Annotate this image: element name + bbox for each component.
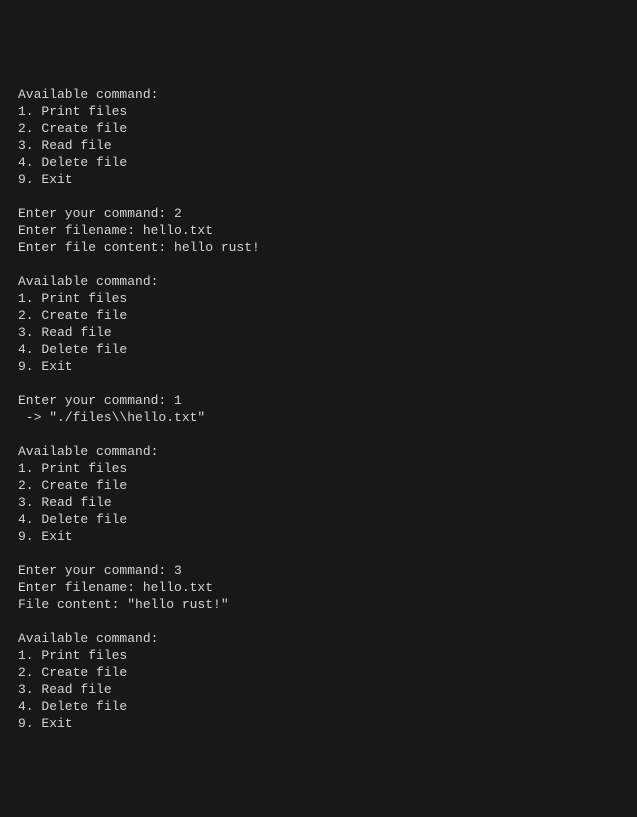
- menu-item: 9. Exit: [18, 715, 619, 732]
- menu-item: 4. Delete file: [18, 154, 619, 171]
- menu-item: 3. Read file: [18, 137, 619, 154]
- menu-item: 1. Print files: [18, 460, 619, 477]
- menu-item: 1. Print files: [18, 290, 619, 307]
- terminal-line: -> "./files\\hello.txt": [18, 409, 619, 426]
- terminal-line: File content: "hello rust!": [18, 596, 619, 613]
- menu-item: 2. Create file: [18, 120, 619, 137]
- terminal-line: Enter filename: hello.txt: [18, 222, 619, 239]
- blank-line: [18, 375, 619, 392]
- terminal-line: Enter filename: hello.txt: [18, 579, 619, 596]
- blank-line: [18, 613, 619, 630]
- menu-header: Available command:: [18, 273, 619, 290]
- menu-header: Available command:: [18, 630, 619, 647]
- terminal-line: Enter your command: 3: [18, 562, 619, 579]
- menu-item: 3. Read file: [18, 324, 619, 341]
- menu-item: 2. Create file: [18, 477, 619, 494]
- menu-item: 4. Delete file: [18, 341, 619, 358]
- menu-item: 1. Print files: [18, 647, 619, 664]
- menu-item: 4. Delete file: [18, 698, 619, 715]
- blank-line: [18, 256, 619, 273]
- menu-item: 3. Read file: [18, 494, 619, 511]
- menu-item: 9. Exit: [18, 358, 619, 375]
- menu-item: 3. Read file: [18, 681, 619, 698]
- menu-item: 1. Print files: [18, 103, 619, 120]
- menu-header: Available command:: [18, 86, 619, 103]
- blank-line: [18, 188, 619, 205]
- terminal-output: Available command:1. Print files2. Creat…: [18, 86, 619, 732]
- menu-item: 2. Create file: [18, 307, 619, 324]
- blank-line: [18, 545, 619, 562]
- menu-item: 4. Delete file: [18, 511, 619, 528]
- menu-item: 9. Exit: [18, 528, 619, 545]
- terminal-line: Enter your command: 2: [18, 205, 619, 222]
- terminal-line: Enter your command: 1: [18, 392, 619, 409]
- menu-header: Available command:: [18, 443, 619, 460]
- terminal-line: Enter file content: hello rust!: [18, 239, 619, 256]
- blank-line: [18, 426, 619, 443]
- menu-item: 9. Exit: [18, 171, 619, 188]
